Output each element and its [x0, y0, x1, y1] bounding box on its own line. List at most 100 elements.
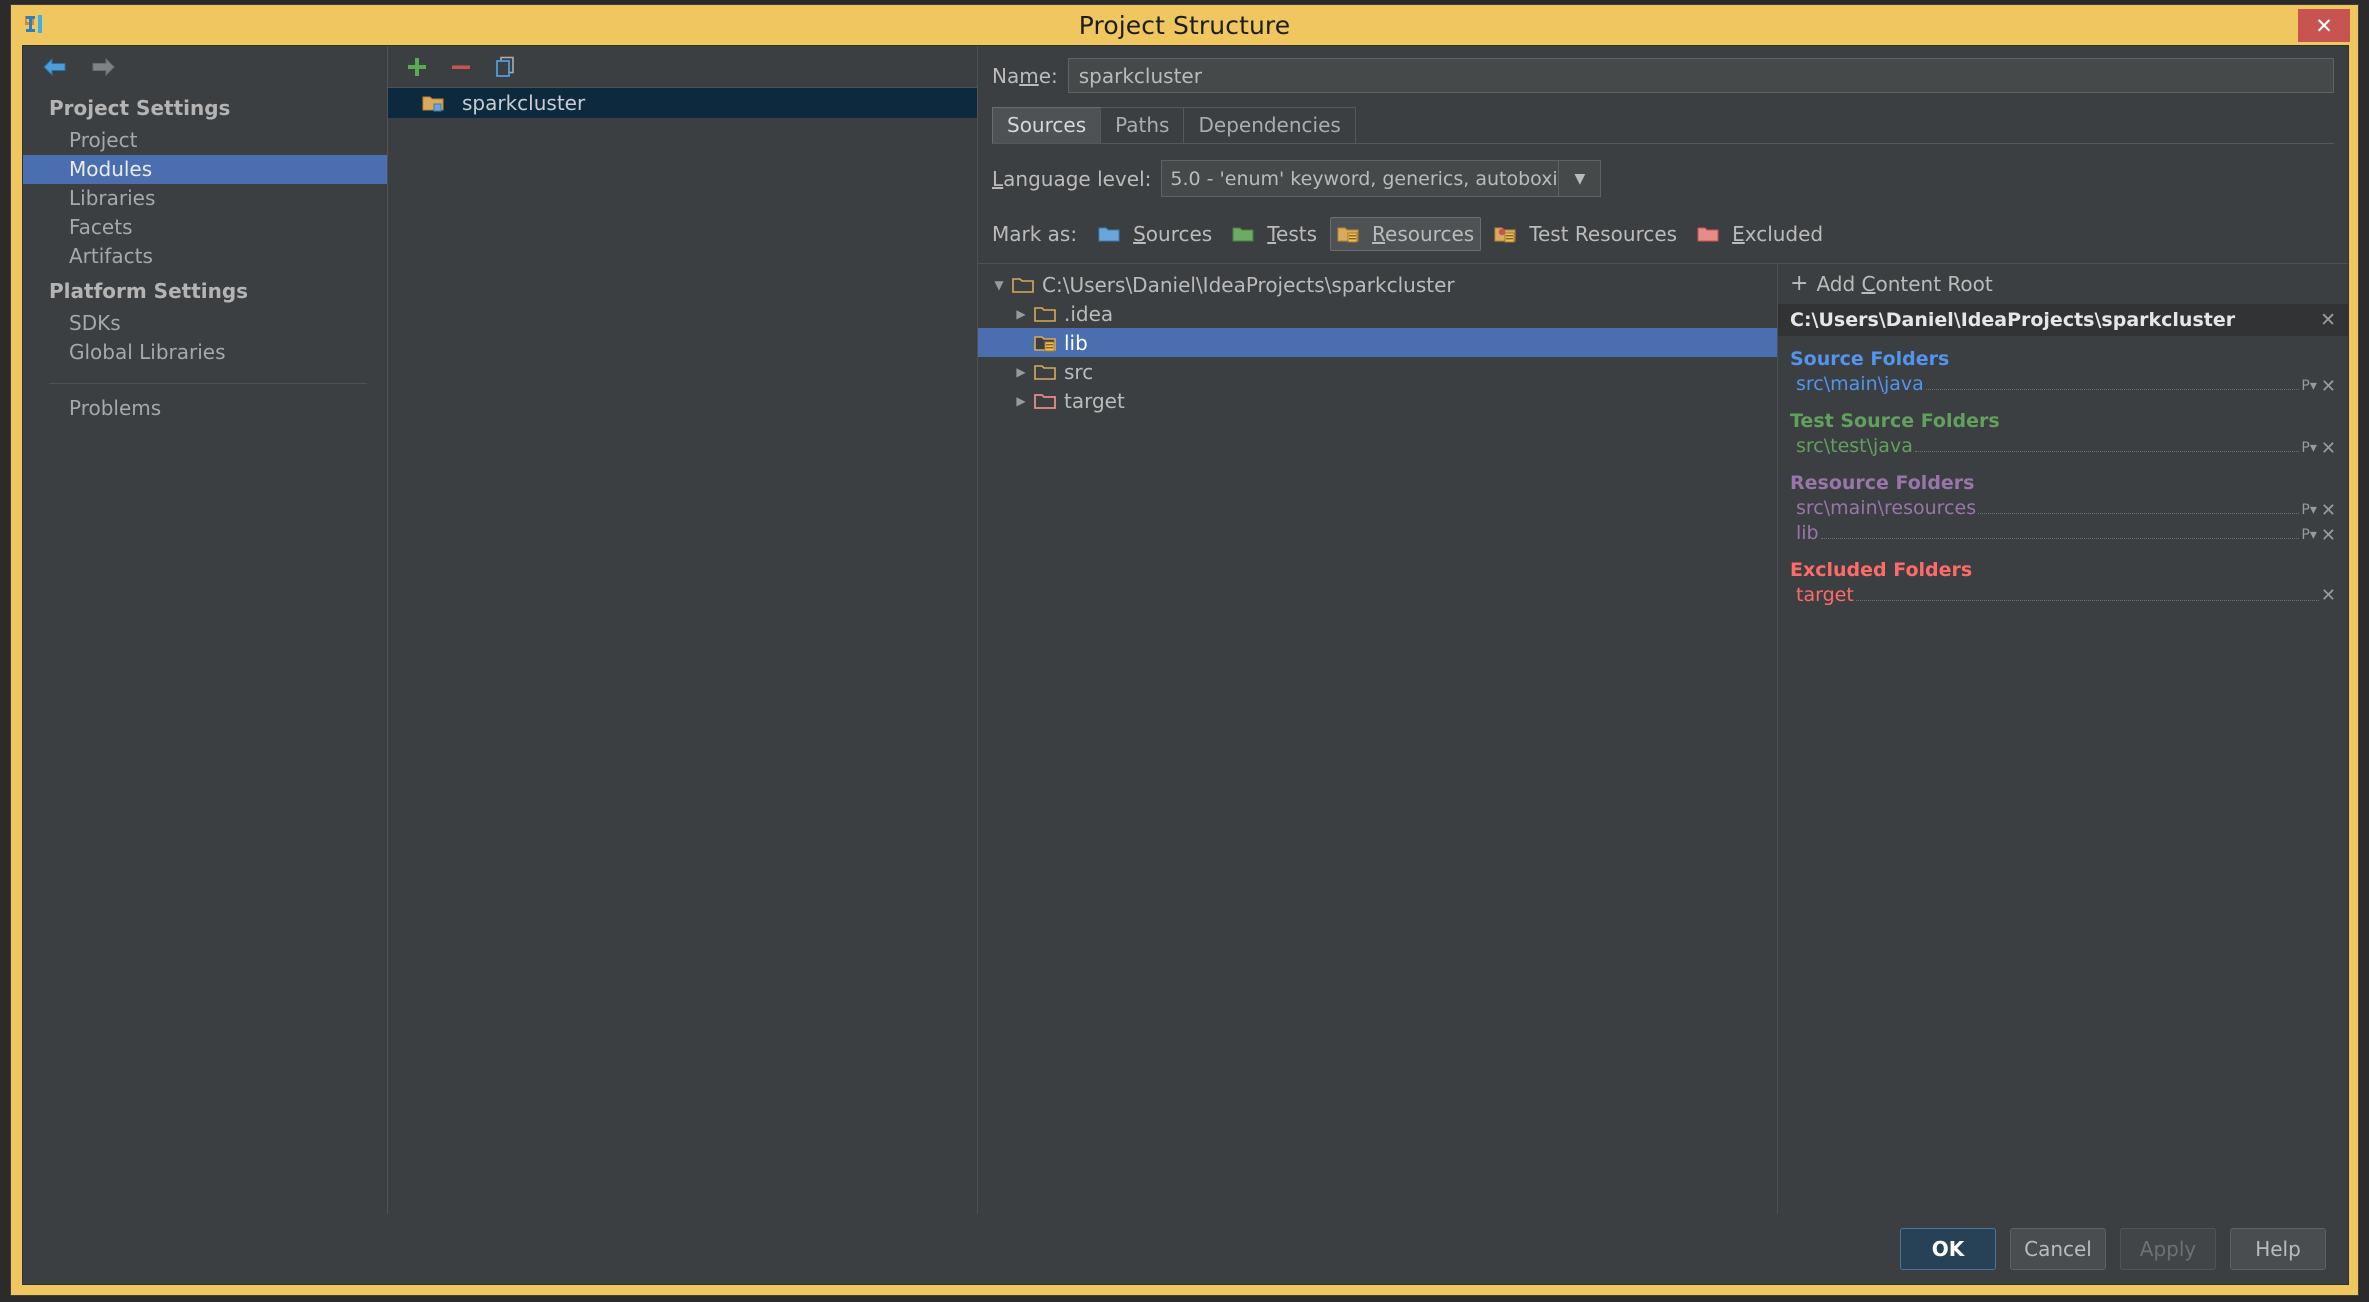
package-prefix-icon[interactable]: P▾	[2301, 527, 2316, 543]
mark-as-resources-button[interactable]: Resources	[1330, 217, 1481, 251]
folder-row[interactable]: src\main\resources P▾ ✕	[1778, 497, 2348, 522]
add-icon[interactable]	[404, 54, 430, 80]
package-prefix-icon[interactable]: P▾	[2301, 502, 2316, 518]
sidebar-item-facets[interactable]: Facets	[23, 213, 387, 242]
chevron-right-icon[interactable]: ▶	[1008, 307, 1034, 321]
dotted-leader	[1915, 451, 2300, 452]
arrow-left-icon[interactable]	[41, 55, 69, 79]
remove-folder-icon[interactable]: ✕	[2321, 500, 2336, 521]
folder-red-icon	[1697, 225, 1719, 243]
title-bar: Project Structure ✕	[11, 5, 2358, 45]
tab-sources[interactable]: Sources	[992, 107, 1101, 143]
mark-as-excluded-button[interactable]: Excluded	[1690, 217, 1830, 251]
sidebar-item-sdks[interactable]: SDKs	[23, 309, 387, 338]
sources-split: ▼ C:\Users\Daniel\IdeaProjects\sparkclus…	[978, 263, 2348, 1214]
mark-as-sources-button[interactable]: Sources	[1091, 217, 1219, 251]
tree-row-label: C:\Users\Daniel\IdeaProjects\sparkcluste…	[1042, 273, 1455, 297]
folder-row[interactable]: lib P▾ ✕	[1778, 522, 2348, 547]
modules-pane: sparkcluster	[388, 46, 978, 1214]
cancel-button[interactable]: Cancel	[2010, 1228, 2106, 1270]
mark-as-sources-label: Sources	[1133, 222, 1212, 246]
resource-folders-title: Resource Folders	[1778, 460, 2348, 497]
name-label: Name:	[992, 64, 1058, 88]
dotted-leader	[1856, 600, 2319, 601]
remove-icon[interactable]	[448, 54, 474, 80]
module-name-input[interactable]	[1068, 58, 2334, 93]
content-roots-pane: + Add Content Root C:\Users\Daniel\IdeaP…	[1778, 264, 2348, 1214]
sidebar-item-modules[interactable]: Modules	[23, 155, 387, 184]
page-title: Project Structure	[11, 11, 2358, 40]
modules-list: sparkcluster	[388, 88, 977, 1214]
mark-as-tests-button[interactable]: Tests	[1225, 217, 1324, 251]
tree-row[interactable]: ▼ C:\Users\Daniel\IdeaProjects\sparkclus…	[978, 270, 1777, 299]
tab-dependencies[interactable]: Dependencies	[1183, 107, 1355, 143]
folder-row[interactable]: src\main\java P▾ ✕	[1778, 373, 2348, 398]
mark-as-resources-label: Resources	[1372, 222, 1474, 246]
remove-folder-icon[interactable]: ✕	[2321, 438, 2336, 459]
folder-path: lib	[1796, 522, 1819, 544]
panes: Project Settings Project Modules Librari…	[23, 46, 2348, 1214]
copy-icon[interactable]	[492, 54, 518, 80]
add-content-root-button[interactable]: + Add Content Root	[1778, 264, 2348, 304]
folder-green-icon	[1232, 225, 1254, 243]
language-level-row: Language level: 5.0 - 'enum' keyword, ge…	[978, 144, 2348, 207]
package-prefix-icon[interactable]: P▾	[2301, 378, 2316, 394]
close-button[interactable]: ✕	[2298, 9, 2350, 42]
sidebar-item-problems[interactable]: Problems	[23, 394, 387, 423]
chevron-down-icon: ▼	[1558, 161, 1600, 196]
folder-blue-icon	[1098, 225, 1120, 243]
sidebar-item-global-libraries[interactable]: Global Libraries	[23, 338, 387, 367]
tree-row[interactable]: lib	[978, 328, 1777, 357]
content-root-header: C:\Users\Daniel\IdeaProjects\sparkcluste…	[1778, 304, 2348, 336]
add-content-root-label: Add Content Root	[1816, 272, 1992, 296]
sidebar-group-platform-settings: Platform Settings SDKs Global Libraries	[23, 271, 387, 367]
navigation-arrows	[23, 46, 387, 88]
folder-plain-icon	[1034, 363, 1056, 381]
tree-row-label: target	[1064, 389, 1125, 413]
sidebar-group-title: Project Settings	[23, 88, 387, 126]
dotted-leader	[1926, 389, 2300, 390]
sidebar-item-artifacts[interactable]: Artifacts	[23, 242, 387, 271]
module-name-row: Name:	[978, 46, 2348, 101]
sidebar-item-project[interactable]: Project	[23, 126, 387, 155]
ok-button[interactable]: OK	[1900, 1228, 1996, 1270]
mark-as-test-resources-label: Test Resources	[1529, 222, 1677, 246]
mark-as-test-resources-button[interactable]: Test Resources	[1487, 217, 1684, 251]
content-root-path: C:\Users\Daniel\IdeaProjects\sparkcluste…	[1790, 309, 2235, 331]
test-source-folders-title: Test Source Folders	[1778, 398, 2348, 435]
folder-row-actions: ✕	[2321, 585, 2336, 606]
excluded-folders-title: Excluded Folders	[1778, 547, 2348, 584]
chevron-down-icon[interactable]: ▼	[986, 278, 1012, 292]
folder-row[interactable]: target ✕	[1778, 584, 2348, 609]
remove-folder-icon[interactable]: ✕	[2321, 525, 2336, 546]
source-folders-title: Source Folders	[1778, 336, 2348, 373]
language-level-select[interactable]: 5.0 - 'enum' keyword, generics, autoboxi…	[1161, 160, 1601, 197]
sidebar-group-project-settings: Project Settings Project Modules Librari…	[23, 88, 387, 271]
list-item[interactable]: sparkcluster	[388, 88, 977, 118]
dialog-content: Project Settings Project Modules Librari…	[22, 45, 2349, 1285]
language-level-value: 5.0 - 'enum' keyword, generics, autoboxi…	[1162, 168, 1558, 190]
tree-row[interactable]: ▶ target	[978, 386, 1777, 415]
mark-as-toolbar: Mark as: Sources Tests	[978, 207, 2348, 263]
remove-folder-icon[interactable]: ✕	[2321, 376, 2336, 397]
chevron-right-icon[interactable]: ▶	[1008, 365, 1034, 379]
tree-row[interactable]: ▶ src	[978, 357, 1777, 386]
folder-resources-icon	[1034, 334, 1056, 352]
arrow-right-icon[interactable]	[89, 55, 117, 79]
chevron-right-icon[interactable]: ▶	[1008, 394, 1034, 408]
package-prefix-icon[interactable]: P▾	[2301, 440, 2316, 456]
sidebar-item-libraries[interactable]: Libraries	[23, 184, 387, 213]
intellij-idea-icon	[23, 13, 49, 37]
remove-folder-icon[interactable]: ✕	[2321, 585, 2336, 606]
tab-paths[interactable]: Paths	[1100, 107, 1184, 143]
modules-toolbar	[388, 46, 977, 88]
close-icon[interactable]: ✕	[2320, 309, 2336, 331]
tree-row[interactable]: ▶ .idea	[978, 299, 1777, 328]
plus-icon: +	[1790, 275, 1808, 293]
folder-path: src\test\java	[1796, 435, 1913, 457]
folder-resources-icon	[1337, 225, 1359, 243]
apply-button: Apply	[2120, 1228, 2216, 1270]
folder-row[interactable]: src\test\java P▾ ✕	[1778, 435, 2348, 460]
content-root-tree: ▼ C:\Users\Daniel\IdeaProjects\sparkclus…	[978, 264, 1778, 1214]
help-button[interactable]: Help	[2230, 1228, 2326, 1270]
